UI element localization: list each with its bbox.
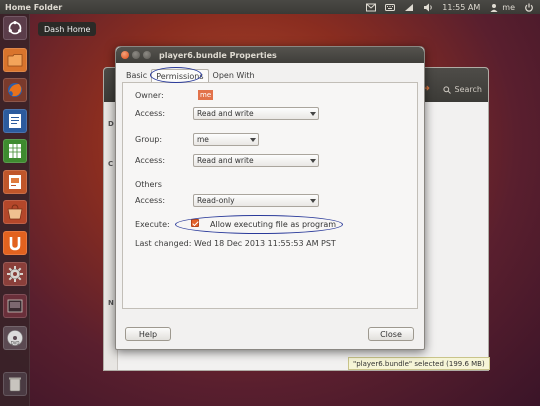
mail-icon[interactable]: [366, 3, 377, 12]
others-label: Others: [135, 180, 162, 189]
help-button[interactable]: Help: [125, 327, 171, 341]
workspace-icon: [7, 299, 23, 313]
network-icon[interactable]: [404, 3, 414, 12]
launcher-impress[interactable]: [3, 170, 27, 194]
indicator-area: 11:55 AM me: [366, 0, 540, 14]
sidebar-section-letter: N: [108, 299, 114, 307]
user-icon: [489, 3, 499, 12]
owner-label: Owner:: [135, 91, 164, 100]
group-access-label: Access:: [135, 156, 166, 165]
others-access-value: Read-only: [197, 196, 235, 205]
execute-label: Execute:: [135, 220, 170, 229]
panel-app-title: Home Folder: [5, 2, 63, 12]
writer-icon: [9, 114, 21, 128]
launcher-tooltip: Dash Home: [38, 22, 97, 36]
others-access-label: Access:: [135, 196, 166, 205]
chevron-down-icon: [310, 112, 316, 116]
sidebar-section-letter: C: [108, 160, 114, 168]
volume-icon[interactable]: [423, 3, 433, 12]
launcher-ubuntu-one[interactable]: [3, 231, 27, 255]
chevron-down-icon: [310, 159, 316, 163]
launcher-settings[interactable]: [3, 262, 27, 286]
group-label: Group:: [135, 135, 163, 144]
group-select[interactable]: me: [193, 133, 259, 146]
last-changed-label: Last changed:: [135, 239, 192, 248]
search-button[interactable]: Search: [442, 85, 482, 94]
calc-icon: [9, 144, 21, 158]
top-panel: Home Folder 11:55 AM me: [0, 0, 540, 14]
svg-text:DVD: DVD: [11, 341, 20, 346]
tab-basic[interactable]: Basic: [122, 69, 151, 82]
launcher: DVD: [0, 14, 30, 406]
keyboard-icon[interactable]: [385, 3, 396, 12]
launcher-files[interactable]: [3, 48, 27, 72]
launcher-dvd[interactable]: DVD: [3, 326, 27, 350]
chevron-down-icon: [250, 138, 256, 142]
launcher-calc[interactable]: [3, 139, 27, 163]
maximize-window-icon[interactable]: [143, 51, 151, 59]
minimize-window-icon[interactable]: [132, 51, 140, 59]
dialog-titlebar[interactable]: player6.bundle Properties: [116, 47, 424, 63]
trash-icon: [9, 377, 21, 392]
search-label: Search: [454, 85, 482, 94]
launcher-workspaces[interactable]: [3, 294, 27, 318]
gear-icon: [7, 266, 23, 282]
dialog-title: player6.bundle Properties: [159, 50, 277, 60]
last-changed-value: Wed 18 Dec 2013 11:55:53 AM PST: [194, 239, 336, 248]
folder-icon: [7, 54, 23, 67]
power-icon[interactable]: [524, 3, 534, 12]
selection-status: "player6.bundle" selected (199.6 MB): [348, 357, 490, 370]
user-name: me: [502, 2, 515, 12]
launcher-writer[interactable]: [3, 109, 27, 133]
launcher-dash-home[interactable]: [3, 16, 27, 40]
properties-dialog: player6.bundle Properties Basic Permissi…: [115, 46, 425, 350]
chevron-down-icon: [310, 199, 316, 203]
owner-access-value: Read and write: [197, 109, 254, 118]
close-window-icon[interactable]: [121, 51, 129, 59]
group-access-select[interactable]: Read and write: [193, 154, 319, 167]
ubuntu-logo-icon: [8, 21, 22, 35]
ubuntu-one-icon: [9, 237, 21, 251]
launcher-firefox[interactable]: [3, 78, 27, 102]
group-access-value: Read and write: [197, 156, 254, 165]
shopping-bag-icon: [7, 204, 23, 220]
launcher-trash[interactable]: [3, 372, 27, 396]
tab-open-with[interactable]: Open With: [209, 69, 259, 82]
owner-value: me: [198, 90, 214, 100]
others-access-select[interactable]: Read-only: [193, 194, 319, 207]
user-menu[interactable]: me: [489, 3, 515, 12]
clock[interactable]: 11:55 AM: [442, 3, 480, 12]
launcher-software-center[interactable]: [3, 200, 27, 224]
group-value: me: [197, 135, 209, 144]
sidebar-section-letter: D: [108, 120, 114, 128]
firefox-icon: [8, 83, 22, 97]
permissions-panel: Owner: me Access: Read and write Group: …: [122, 82, 418, 309]
tab-highlight-annotation: [150, 67, 202, 83]
dvd-icon: DVD: [7, 330, 23, 346]
owner-access-label: Access:: [135, 109, 166, 118]
close-button[interactable]: Close: [368, 327, 414, 341]
search-icon: [442, 85, 451, 94]
execute-highlight-annotation: [175, 215, 343, 234]
owner-access-select[interactable]: Read and write: [193, 107, 319, 120]
impress-icon: [9, 175, 21, 189]
